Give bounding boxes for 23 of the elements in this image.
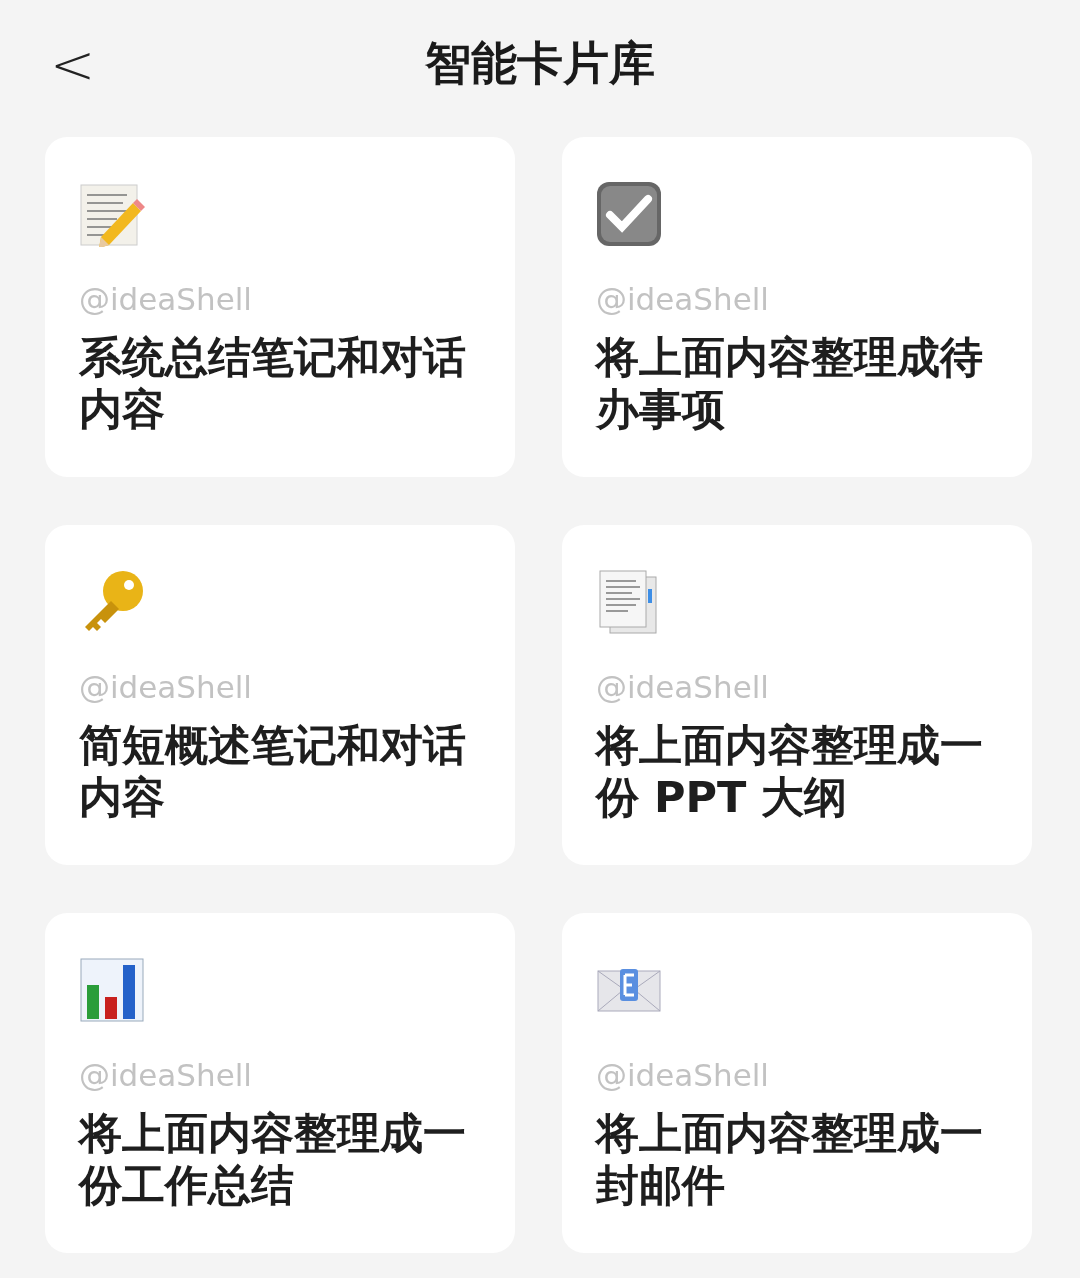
- prompt-card[interactable]: @ideaShell 系统总结笔记和对话内容: [45, 137, 515, 477]
- prompt-card[interactable]: @ideaShell 将上面内容整理成一份 PPT 大纲: [562, 525, 1032, 865]
- notepad-pencil-icon: [79, 181, 145, 247]
- card-title: 简短概述笔记和对话内容: [79, 719, 467, 823]
- card-title: 将上面内容整理成待办事项: [596, 331, 984, 435]
- card-author: @ideaShell: [596, 281, 770, 317]
- card-title: 将上面内容整理成一份工作总结: [79, 1107, 467, 1211]
- bar-chart-icon: [79, 957, 145, 1023]
- card-author: @ideaShell: [596, 1057, 770, 1093]
- card-title: 将上面内容整理成一封邮件: [596, 1107, 984, 1211]
- back-button[interactable]: <: [44, 32, 102, 98]
- card-author: @ideaShell: [79, 1057, 253, 1093]
- card-author: @ideaShell: [596, 669, 770, 705]
- prompt-card[interactable]: @ideaShell 简短概述笔记和对话内容: [45, 525, 515, 865]
- prompt-card[interactable]: @ideaShell 将上面内容整理成一封邮件: [562, 913, 1032, 1253]
- card-title: 将上面内容整理成一份 PPT 大纲: [596, 719, 984, 823]
- prompt-card[interactable]: @ideaShell 将上面内容整理成待办事项: [562, 137, 1032, 477]
- card-author: @ideaShell: [79, 281, 253, 317]
- checkbox-icon: [596, 181, 662, 247]
- page-title: 智能卡片库: [425, 35, 655, 92]
- card-title: 系统总结笔记和对话内容: [79, 331, 467, 435]
- prompt-card[interactable]: @ideaShell 将上面内容整理成一份工作总结: [45, 913, 515, 1253]
- card-author: @ideaShell: [79, 669, 253, 705]
